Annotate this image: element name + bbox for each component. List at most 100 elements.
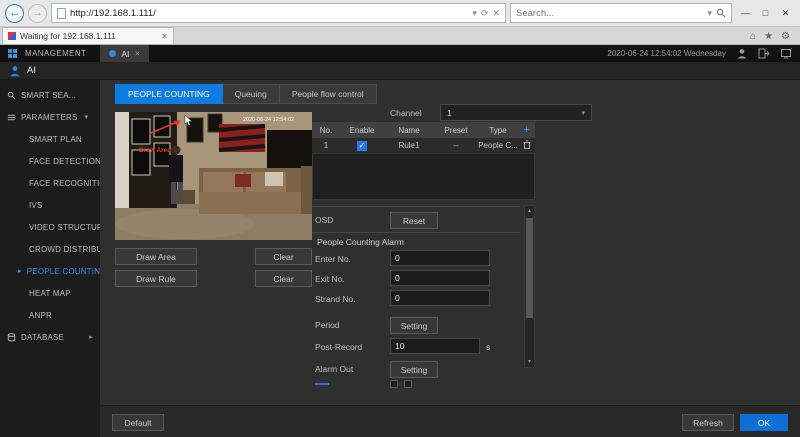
sidebar-item-label: PEOPLE COUNTING [27, 267, 100, 276]
sidebar-item-label: SMART SEA... [21, 91, 76, 100]
alarm-out-channel-checkbox[interactable] [404, 380, 412, 388]
search-input[interactable] [516, 8, 703, 19]
osd-reset-button[interactable]: Reset [390, 212, 438, 229]
address-bar[interactable]: http://192.168.1.111/ ▾ ⟳ ✕ [51, 3, 506, 23]
close-button[interactable]: ✕ [776, 4, 795, 23]
sidebar-item-label: PARAMETERS [21, 113, 78, 122]
tab-queuing[interactable]: Queuing [223, 84, 280, 104]
add-rule-button[interactable]: + [518, 124, 535, 136]
sidebar-item-smart-search[interactable]: SMART SEA... [0, 84, 100, 106]
default-button[interactable]: Default [112, 414, 164, 431]
sidebar-item-video-structuring[interactable]: VIDEO STRUCTURI... [0, 216, 100, 238]
browser-tab[interactable]: Waiting for 192.168.1.111 ✕ [2, 27, 174, 44]
period-setting-button[interactable]: Setting [390, 317, 438, 334]
post-record-unit: s [486, 342, 490, 352]
sidebar-item-database[interactable]: DATABASE ▸ [0, 326, 100, 348]
tab-people-counting[interactable]: PEOPLE COUNTING [115, 84, 223, 104]
partial-row-indicator [315, 383, 329, 385]
page-title: AI [27, 65, 36, 76]
scroll-down-icon[interactable]: ▾ [528, 357, 531, 367]
user-icon[interactable] [736, 48, 748, 59]
channel-value: 1 [447, 108, 452, 118]
sidebar-item-heat-map[interactable]: HEAT MAP [0, 282, 100, 304]
osd-label: OSD [315, 215, 333, 225]
post-record-input[interactable] [390, 338, 480, 354]
tab-close-icon[interactable]: ✕ [161, 32, 168, 41]
fullscreen-icon[interactable] [780, 48, 792, 59]
search-icon[interactable] [716, 8, 726, 18]
refresh-button[interactable]: Refresh [682, 414, 734, 431]
divider [312, 206, 520, 207]
search-dropdown-icon[interactable]: ▾ [707, 8, 712, 19]
table-header: No. Enable Name Preset Type + [312, 122, 535, 138]
sidebar-item-anpr[interactable]: ANPR [0, 304, 100, 326]
ai-tab-icon [109, 50, 116, 57]
delete-rule-icon[interactable] [523, 140, 531, 149]
rule-preset: -- [434, 141, 478, 150]
function-tabs: PEOPLE COUNTING Queuing People flow cont… [115, 84, 377, 104]
database-icon [7, 333, 16, 342]
logout-icon[interactable] [758, 48, 770, 59]
channel-select[interactable]: 1 ▾ [440, 104, 592, 121]
sidebar-item-face-recognition[interactable]: FACE RECOGNITION [0, 172, 100, 194]
sidebar-item-crowd-distribution[interactable]: CROWD DISTRIBU... [0, 238, 100, 260]
table-row[interactable]: 1 ✓ Rule1 -- People C... [312, 138, 535, 154]
sidebar-item-face-detection[interactable]: FACE DETECTION [0, 150, 100, 172]
ok-button[interactable]: OK [740, 414, 788, 431]
col-no: No. [312, 126, 340, 135]
address-dropdown-icon[interactable]: ▾ [472, 8, 477, 19]
rule-no: 1 [312, 141, 340, 150]
sidebar-item-label: HEAT MAP [29, 289, 71, 298]
apps-grid-icon[interactable] [8, 49, 17, 58]
clear-rule-button[interactable]: Clear [255, 270, 312, 287]
tools-icon[interactable]: ⚙ [781, 31, 790, 42]
ai-app-tab[interactable]: AI ✕ [100, 45, 149, 62]
enable-checkbox[interactable]: ✓ [357, 141, 367, 151]
exit-no-label: Exit No. [315, 274, 345, 284]
stop-icon[interactable]: ✕ [492, 8, 500, 19]
browser-back-button[interactable]: ← [5, 4, 24, 23]
video-preview[interactable]: 2020-06-24 12:54:02 Draw Area [115, 112, 312, 240]
alarm-out-setting-button[interactable]: Setting [390, 361, 438, 378]
rule-type: People C... [478, 141, 518, 150]
strand-no-label: Strand No. [315, 294, 356, 304]
clear-area-button[interactable]: Clear [255, 248, 312, 265]
management-label[interactable]: MANAGEMENT [25, 49, 100, 58]
scroll-up-icon[interactable]: ▴ [528, 206, 531, 216]
sidebar-item-people-counting[interactable]: ▸ PEOPLE COUNTING [0, 260, 100, 282]
browser-forward-button[interactable]: → [28, 4, 47, 23]
alarm-out-label: Alarm Out [315, 364, 353, 374]
minimize-button[interactable]: — [736, 4, 755, 23]
exit-no-input[interactable] [390, 270, 490, 286]
sidebar-item-label: FACE RECOGNITION [29, 179, 100, 188]
enter-no-input[interactable] [390, 250, 490, 266]
rule-name: Rule1 [384, 141, 434, 150]
sidebar-item-label: IVS [29, 201, 43, 210]
draw-area-button[interactable]: Draw Area [115, 248, 197, 265]
alarm-out-channel-checkbox[interactable] [390, 380, 398, 388]
sidebar-item-label: SMART PLAN [29, 135, 82, 144]
sidebar-item-smart-plan[interactable]: SMART PLAN [0, 128, 100, 150]
tab-people-flow-control[interactable]: People flow control [280, 84, 377, 104]
main-content: PEOPLE COUNTING Queuing People flow cont… [100, 80, 800, 437]
home-icon[interactable]: ⌂ [750, 31, 756, 42]
smart-search-icon [7, 91, 16, 100]
maximize-button[interactable]: □ [756, 4, 775, 23]
strand-no-input[interactable] [390, 290, 490, 306]
search-box[interactable]: ▾ [510, 3, 732, 23]
forward-icon: → [32, 7, 43, 19]
panel-scrollbar[interactable]: ▴ ▾ [524, 205, 535, 368]
ai-tab-close-icon[interactable]: ✕ [134, 50, 140, 58]
camera-scene: 2020-06-24 12:54:02 Draw Area [115, 112, 312, 240]
col-preset: Preset [434, 126, 478, 135]
url-text: http://192.168.1.111/ [70, 8, 468, 19]
refresh-icon[interactable]: ⟳ [481, 8, 489, 19]
sidebar-item-parameters[interactable]: PARAMETERS ▾ [0, 106, 100, 128]
sidebar-item-ivs[interactable]: IVS [0, 194, 100, 216]
ai-page-icon [9, 65, 21, 77]
tab-title: Waiting for 192.168.1.111 [20, 31, 157, 41]
draw-rule-button[interactable]: Draw Rule [115, 270, 197, 287]
ai-tab-label: AI [121, 49, 129, 59]
scrollbar-thumb[interactable] [526, 218, 533, 318]
favorites-icon[interactable]: ★ [764, 31, 773, 42]
